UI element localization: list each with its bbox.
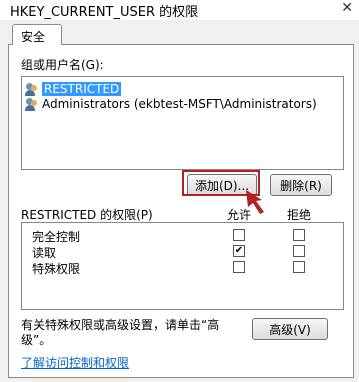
user-name: Administrators (ekbtest-MSFT\Administrat… [42, 97, 317, 111]
remove-button[interactable]: 删除(R) [270, 174, 332, 196]
window-title: HKEY_CURRENT_USER 的权限 [10, 5, 199, 20]
permission-name: 读取 [32, 246, 57, 260]
advanced-info-line2: 级”。 [21, 333, 52, 347]
tab-security[interactable]: 安全 [12, 24, 62, 45]
deny-checkbox-read[interactable] [293, 245, 305, 257]
title-bar: HKEY_CURRENT_USER 的权限 ✕ [0, 0, 359, 20]
tab-security-label: 安全 [21, 30, 46, 44]
user-group-icon [25, 97, 39, 111]
help-link[interactable]: 了解访问控制和权限 [21, 354, 129, 371]
advanced-button[interactable]: 高级(V) [252, 318, 328, 340]
deny-column-header: 拒绝 [287, 208, 312, 222]
permission-name: 完全控制 [32, 230, 81, 244]
users-list[interactable]: RESTRICTED Administrators (ekbtest-MSFT\… [21, 76, 344, 170]
allow-checkbox-special[interactable] [233, 261, 245, 273]
allow-checkbox-read[interactable]: ✔ [233, 245, 245, 257]
user-name: RESTRICTED [42, 82, 122, 96]
permissions-header: RESTRICTED 的权限(P) [21, 208, 153, 222]
group-users-label: 组或用户名(G): [21, 58, 104, 72]
deny-checkbox-special[interactable] [293, 261, 305, 273]
list-item[interactable]: Administrators (ekbtest-MSFT\Administrat… [25, 96, 317, 112]
user-group-icon [25, 82, 39, 96]
allow-column-header: 允许 [227, 208, 252, 222]
list-item[interactable]: RESTRICTED [25, 81, 122, 97]
permission-name: 特殊权限 [32, 262, 81, 276]
deny-checkbox-full-control[interactable] [293, 229, 305, 241]
allow-checkbox-full-control[interactable] [233, 229, 245, 241]
close-icon[interactable]: ✕ [341, 0, 353, 16]
